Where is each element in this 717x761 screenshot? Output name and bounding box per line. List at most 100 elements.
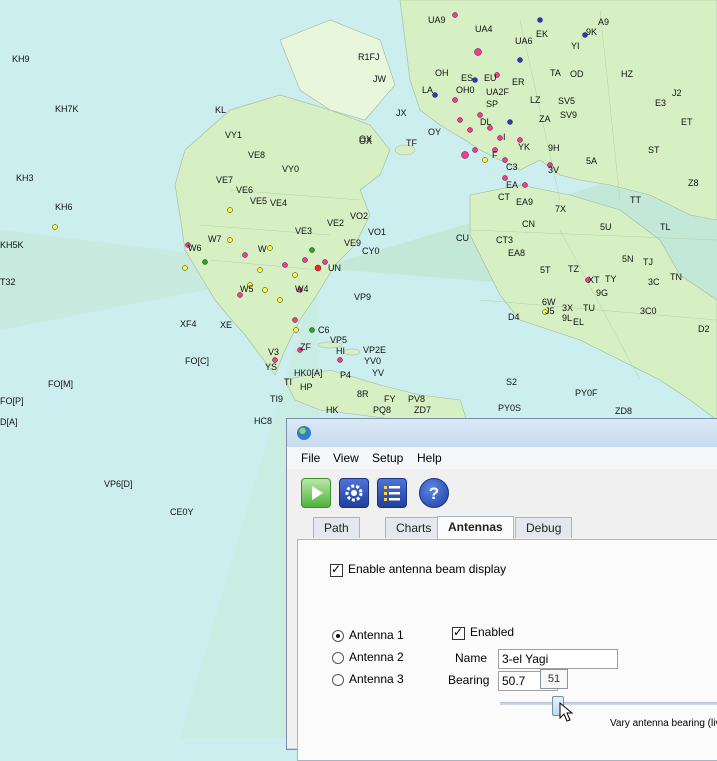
map-label: OH bbox=[435, 68, 449, 78]
title-bar[interactable] bbox=[287, 419, 717, 448]
mouse-cursor-icon bbox=[559, 702, 574, 722]
antennas-panel: Enable antenna beam display Antenna 1 An… bbox=[297, 539, 717, 761]
map-label: UA6 bbox=[515, 36, 533, 46]
map-label: R1FJ bbox=[358, 52, 380, 62]
map-label: ZD7 bbox=[414, 405, 431, 415]
tab-antennas[interactable]: Antennas bbox=[437, 516, 514, 539]
map-label: VE7 bbox=[216, 175, 233, 185]
map-label: W6 bbox=[188, 243, 202, 253]
menu-file[interactable]: File bbox=[301, 451, 320, 465]
map-label: E3 bbox=[655, 98, 666, 108]
map-label: TT bbox=[630, 195, 641, 205]
map-label: KH3 bbox=[16, 173, 34, 183]
map-label: HC8 bbox=[254, 416, 272, 426]
map-label: ZA bbox=[539, 114, 551, 124]
map-label: OY bbox=[428, 127, 441, 137]
map-label: 3C0 bbox=[640, 306, 657, 316]
map-label: I bbox=[503, 132, 506, 142]
enabled-checkbox[interactable] bbox=[452, 625, 465, 640]
help-button[interactable]: ? bbox=[419, 478, 449, 508]
map-label: KH5K bbox=[0, 240, 24, 250]
map-label: ER bbox=[512, 77, 525, 87]
bearing-label: Bearing bbox=[448, 673, 490, 687]
map-label: DL bbox=[480, 117, 492, 127]
map-label: P4 bbox=[340, 370, 351, 380]
antenna-1-label: Antenna 1 bbox=[349, 628, 404, 642]
map-label: VP9 bbox=[354, 292, 371, 302]
tab-debug[interactable]: Debug bbox=[515, 517, 573, 538]
map-label: D4 bbox=[508, 312, 520, 322]
antenna-2-radio[interactable] bbox=[332, 652, 344, 664]
map-label: CU bbox=[456, 233, 469, 243]
map-label: VP2E bbox=[363, 345, 386, 355]
map-label: 3C bbox=[648, 277, 660, 287]
map-label: EL bbox=[573, 317, 584, 327]
map-label: A9 bbox=[598, 17, 609, 27]
map-label: EK bbox=[536, 29, 548, 39]
map-label: KH7K bbox=[55, 104, 79, 114]
map-label: VE4 bbox=[270, 198, 287, 208]
map-label: PY0F bbox=[575, 388, 598, 398]
map-label: FY bbox=[384, 394, 396, 404]
map-label: VP6[D] bbox=[104, 479, 133, 489]
map-label: 3X bbox=[562, 303, 573, 313]
app-window: File View Setup Help ? Path Gr bbox=[286, 418, 717, 761]
map-label: VE2 bbox=[327, 218, 344, 228]
antenna-1-radio[interactable] bbox=[332, 630, 344, 642]
list-button[interactable] bbox=[377, 478, 407, 508]
map-label: YV0 bbox=[364, 356, 381, 366]
enable-beam-checkbox[interactable] bbox=[330, 562, 343, 577]
bearing-slider-track[interactable] bbox=[500, 702, 717, 705]
map-label: UN bbox=[328, 263, 341, 273]
map-label: VY0 bbox=[282, 164, 299, 174]
map-label: PV8 bbox=[408, 394, 425, 404]
map-label: ET bbox=[681, 117, 693, 127]
map-label: 9G bbox=[596, 288, 608, 298]
tab-path-grid[interactable]: Path Grid bbox=[313, 517, 360, 555]
name-field[interactable]: 3-el Yagi bbox=[498, 649, 618, 669]
map-label: YV bbox=[372, 368, 384, 378]
map-label: VO1 bbox=[368, 227, 386, 237]
map-label: W7 bbox=[208, 234, 222, 244]
map-label: ES bbox=[461, 73, 473, 83]
play-button[interactable] bbox=[301, 478, 331, 508]
map-label: TZ bbox=[568, 264, 579, 274]
map-label: W bbox=[258, 244, 267, 254]
settings-button[interactable] bbox=[339, 478, 369, 508]
map-label: FO[C] bbox=[185, 356, 209, 366]
svg-text:?: ? bbox=[429, 484, 439, 503]
menu-view[interactable]: View bbox=[333, 451, 359, 465]
map-label: UA4 bbox=[475, 24, 493, 34]
map-label: VO2 bbox=[350, 211, 368, 221]
map-label: TN bbox=[670, 272, 682, 282]
map-label: CE0Y bbox=[170, 507, 194, 517]
map-label: YI bbox=[571, 41, 580, 51]
map-label: S2 bbox=[506, 377, 517, 387]
help-icon: ? bbox=[429, 484, 439, 503]
map-label: VE9 bbox=[344, 238, 361, 248]
map-label: OD bbox=[570, 69, 584, 79]
gear-icon bbox=[345, 484, 363, 502]
menu-help[interactable]: Help bbox=[417, 451, 442, 465]
map-label: UA2F bbox=[486, 87, 510, 97]
enable-beam-label: Enable antenna beam display bbox=[348, 562, 507, 576]
map-label: CT bbox=[498, 192, 510, 202]
map-label: 3V bbox=[548, 165, 559, 175]
menu-bar: File View Setup Help bbox=[287, 447, 717, 469]
map-label: YS bbox=[265, 362, 277, 372]
map-label: KL bbox=[215, 105, 226, 115]
map-label: FO[P] bbox=[0, 396, 24, 406]
tab-charts[interactable]: Charts bbox=[385, 517, 443, 538]
map-label: XE bbox=[220, 320, 232, 330]
map-label: XT bbox=[588, 275, 600, 285]
map-label: W4 bbox=[295, 284, 309, 294]
map-label: HI bbox=[336, 346, 345, 356]
map-label: VE5 bbox=[250, 196, 267, 206]
map-label: TJ bbox=[643, 257, 653, 267]
map-label: XF4 bbox=[180, 319, 197, 329]
antenna-3-radio[interactable] bbox=[332, 674, 344, 686]
menu-setup[interactable]: Setup bbox=[372, 451, 403, 465]
map-label: ZD8 bbox=[615, 406, 632, 416]
map-label: HK bbox=[326, 405, 339, 415]
map-label: CN bbox=[522, 219, 535, 229]
